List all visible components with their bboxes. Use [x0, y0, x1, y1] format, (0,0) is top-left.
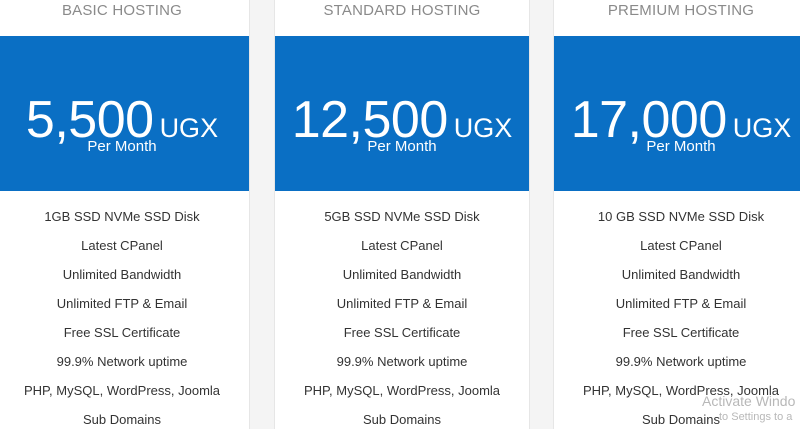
- pricing-card-standard: STANDARD HOSTING 12,500 UGX Per Month 5GB…: [274, 0, 530, 429]
- feature-item: 5GB SSD NVMe SSD Disk: [324, 209, 480, 224]
- windows-activation-watermark: Activate Windo to Settings to a: [702, 393, 795, 425]
- feature-item: 1GB SSD NVMe SSD Disk: [44, 209, 200, 224]
- pricing-card-premium: PREMIUM HOSTING 17,000 UGX Per Month 10 G…: [553, 0, 800, 429]
- price-panel: 5,500 UGX Per Month: [0, 36, 249, 191]
- feature-item: Free SSL Certificate: [343, 325, 461, 340]
- pricing-page: BASIC HOSTING 5,500 UGX Per Month 1GB SSD…: [0, 0, 800, 429]
- feature-item: 99.9% Network uptime: [56, 354, 188, 369]
- feature-item: Unlimited Bandwidth: [62, 267, 182, 282]
- feature-item: Unlimited FTP & Email: [615, 296, 747, 311]
- feature-item: Latest CPanel: [81, 238, 163, 253]
- pricing-card-basic: BASIC HOSTING 5,500 UGX Per Month 1GB SSD…: [0, 0, 250, 429]
- feature-list: 5GB SSD NVMe SSD Disk Latest CPanel Unli…: [275, 204, 529, 429]
- feature-item: Unlimited FTP & Email: [56, 296, 188, 311]
- watermark-line-2: to Settings to a: [719, 411, 793, 423]
- feature-item: Unlimited Bandwidth: [342, 267, 462, 282]
- price-panel: 12,500 UGX Per Month: [275, 36, 529, 191]
- price-period: Per Month: [87, 138, 157, 155]
- price-period: Per Month: [646, 138, 716, 155]
- price-panel: 17,000 UGX Per Month: [554, 36, 800, 191]
- feature-item: Latest CPanel: [640, 238, 722, 253]
- feature-item: PHP, MySQL, WordPress, Joomla: [303, 383, 501, 398]
- feature-item: Unlimited FTP & Email: [336, 296, 468, 311]
- feature-list: 1GB SSD NVMe SSD Disk Latest CPanel Unli…: [0, 204, 249, 429]
- watermark-line-1: Activate Windo: [702, 393, 796, 409]
- feature-item: Free SSL Certificate: [63, 325, 181, 340]
- feature-item: Sub Domains: [82, 412, 162, 427]
- feature-item: Latest CPanel: [361, 238, 443, 253]
- feature-item: 99.9% Network uptime: [336, 354, 468, 369]
- plan-title: STANDARD HOSTING: [323, 2, 481, 19]
- feature-item: 10 GB SSD NVMe SSD Disk: [597, 209, 765, 224]
- feature-item: Sub Domains: [362, 412, 442, 427]
- feature-item: Unlimited Bandwidth: [621, 267, 741, 282]
- feature-item: 99.9% Network uptime: [615, 354, 747, 369]
- feature-item: PHP, MySQL, WordPress, Joomla: [23, 383, 221, 398]
- plan-title: PREMIUM HOSTING: [607, 2, 755, 19]
- plan-title: BASIC HOSTING: [61, 2, 183, 19]
- feature-item: Free SSL Certificate: [622, 325, 740, 340]
- price-period: Per Month: [367, 138, 437, 155]
